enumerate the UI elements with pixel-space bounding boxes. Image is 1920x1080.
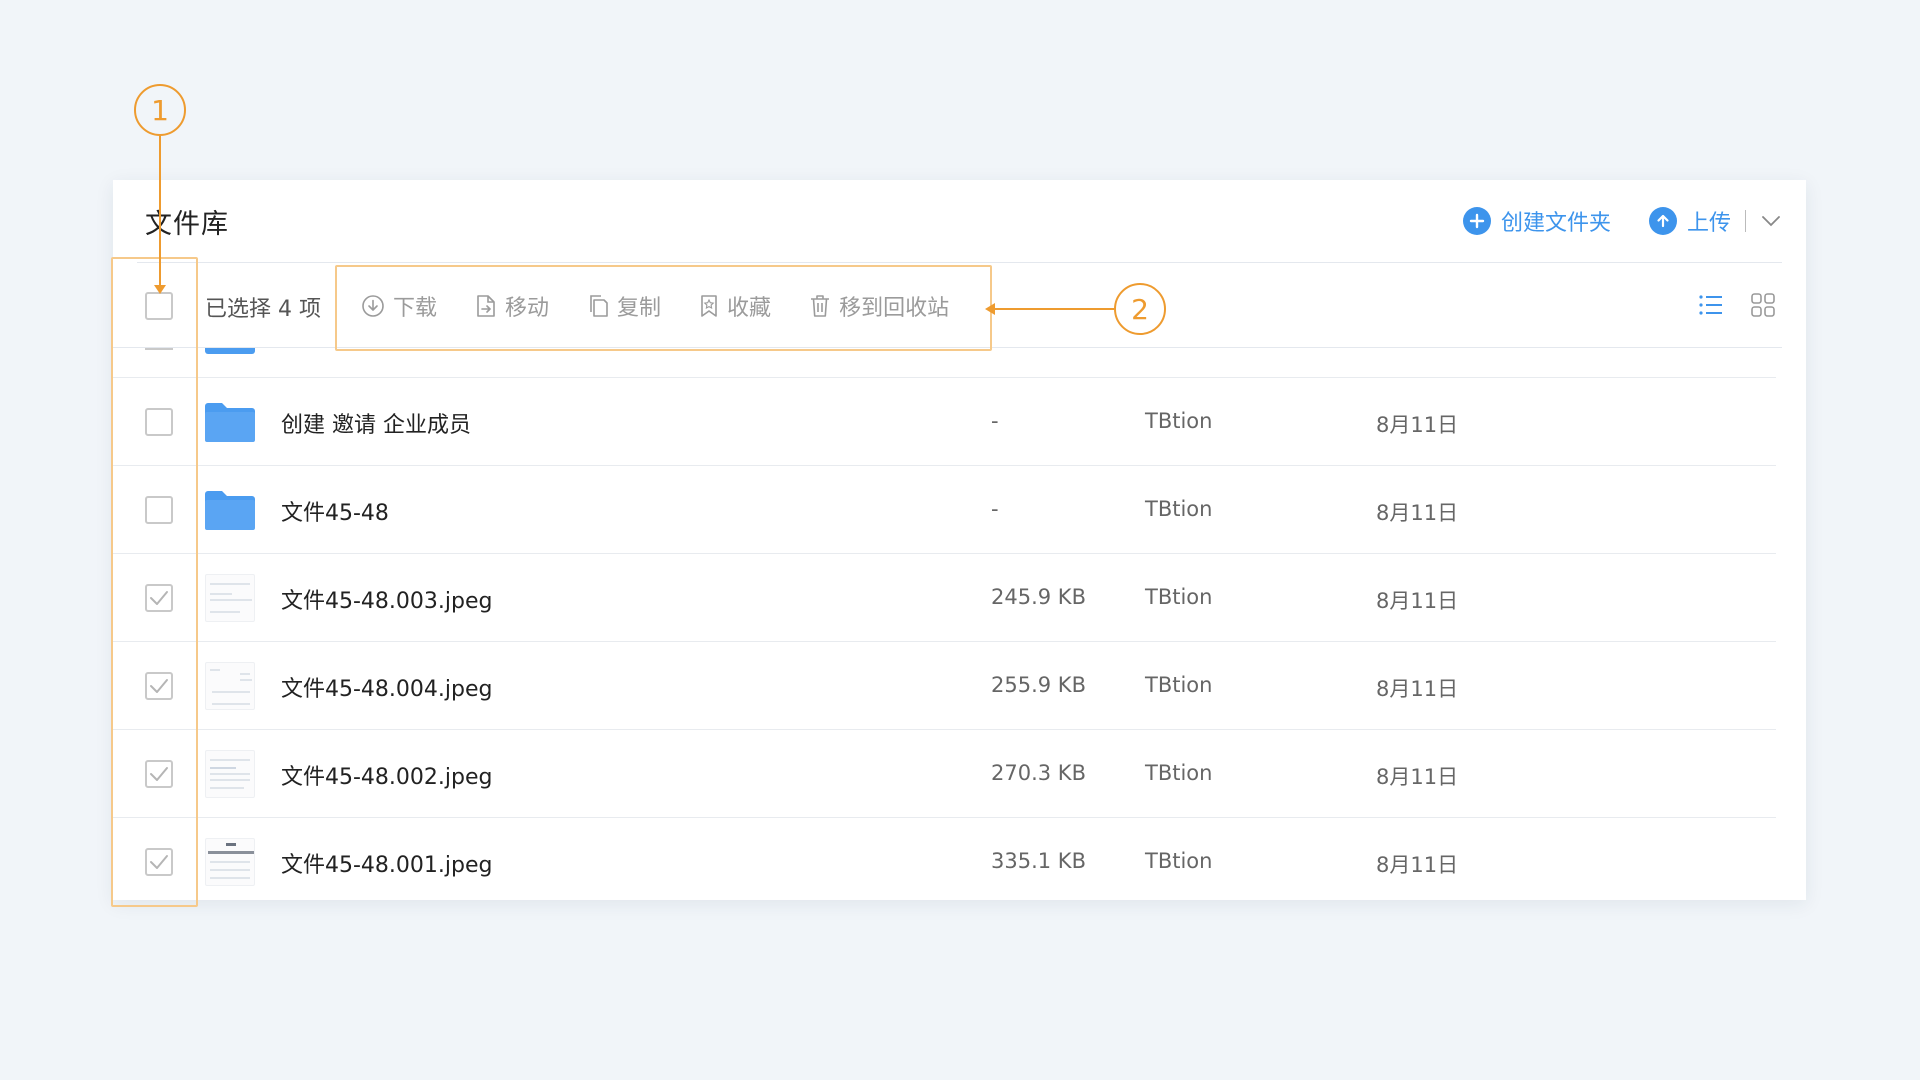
file-list: 创建 邀请 企业成员 - TBtion 8月11日 文件45-48 - TBti… (113, 378, 1776, 906)
file-size: 255.9 KB (991, 673, 1086, 697)
file-size: 245.9 KB (991, 585, 1086, 609)
move-to-recycle-button[interactable]: 移到回收站 (809, 290, 949, 322)
file-size: - (991, 409, 999, 433)
grid-view-icon[interactable] (1750, 292, 1776, 318)
upload-circle-icon (1648, 207, 1677, 235)
file-owner: TBtion (1145, 585, 1213, 609)
file-name[interactable]: 文件45-48.002.jpeg (281, 759, 492, 791)
view-toggles (1698, 292, 1776, 318)
stage: 文件库 创建文件夹 上传 已选择 4 项 下载 移动 复制 收藏 移到回收站 创… (0, 0, 1920, 1080)
image-thumbnail (205, 662, 255, 710)
file-date: 8月11日 (1376, 589, 1459, 613)
annotation-line-2 (994, 308, 1114, 310)
favorite-label: 收藏 (727, 295, 772, 321)
file-name[interactable]: 文件45-48.003.jpeg (281, 583, 492, 615)
file-owner: TBtion (1145, 761, 1213, 785)
recycle-label: 移到回收站 (839, 295, 950, 321)
copy-button[interactable]: 复制 (587, 290, 661, 322)
file-owner: TBtion (1145, 409, 1213, 433)
file-size: - (991, 497, 999, 521)
file-move-icon (475, 294, 497, 318)
file-name[interactable]: 文件45-48 (281, 495, 389, 527)
check-icon (150, 679, 168, 693)
annotation-marker-1: 1 (134, 84, 186, 136)
file-owner: TBtion (1145, 497, 1213, 521)
download-button[interactable]: 下载 (361, 290, 437, 322)
page-title: 文件库 (145, 209, 229, 240)
batch-actions: 下载 移动 复制 收藏 移到回收站 (361, 263, 949, 348)
file-row[interactable]: 文件45-48.001.jpeg 335.1 KB TBtion 8月11日 (113, 818, 1776, 906)
row-checkbox-checked[interactable] (145, 584, 173, 612)
file-name[interactable]: 文件45-48.001.jpeg (281, 847, 492, 879)
check-icon (150, 767, 168, 781)
file-name[interactable]: 文件45-48.004.jpeg (281, 671, 492, 703)
annotation-marker-2: 2 (1114, 283, 1166, 335)
folder-icon (205, 348, 255, 354)
row-checkbox-checked[interactable] (145, 672, 173, 700)
upload-button[interactable]: 上传 (1648, 205, 1731, 237)
file-row[interactable]: 文件45-48.003.jpeg 245.9 KB TBtion 8月11日 (113, 554, 1776, 642)
file-row[interactable]: 文件45-48.004.jpeg 255.9 KB TBtion 8月11日 (113, 642, 1776, 730)
folder-icon (205, 491, 255, 530)
file-library-panel: 文件库 创建文件夹 上传 已选择 4 项 下载 移动 复制 收藏 移到回收站 创… (113, 180, 1806, 900)
file-owner: TBtion (1145, 673, 1213, 697)
file-size: 335.1 KB (991, 849, 1086, 873)
file-size: 270.3 KB (991, 761, 1086, 785)
download-icon (361, 294, 385, 318)
image-thumbnail (205, 750, 255, 798)
copy-icon (587, 294, 609, 318)
file-row[interactable]: 文件45-48.002.jpeg 270.3 KB TBtion 8月11日 (113, 730, 1776, 818)
arrow-left-icon (985, 303, 995, 315)
scrolled-row-peek (113, 348, 1776, 378)
arrow-down-icon (154, 285, 166, 294)
check-icon (150, 855, 168, 869)
header-actions: 创建文件夹 上传 (1462, 202, 1782, 240)
image-thumbnail (205, 838, 255, 886)
file-row[interactable]: 文件45-48 - TBtion 8月11日 (113, 466, 1776, 554)
copy-label: 复制 (617, 295, 662, 321)
list-view-icon[interactable] (1698, 292, 1724, 318)
move-label: 移动 (505, 295, 550, 321)
file-date: 8月11日 (1376, 677, 1459, 701)
file-date: 8月11日 (1376, 501, 1459, 525)
chevron-down-icon[interactable] (1760, 210, 1782, 232)
plus-circle-icon (1462, 207, 1491, 235)
checkbox-edge (145, 348, 173, 350)
folder-icon (205, 403, 255, 442)
row-checkbox[interactable] (145, 496, 173, 524)
panel-header: 文件库 创建文件夹 上传 (113, 180, 1806, 262)
create-folder-button[interactable]: 创建文件夹 (1462, 205, 1611, 237)
download-label: 下载 (393, 295, 438, 321)
selected-count: 已选择 4 项 (205, 297, 321, 322)
image-thumbnail (205, 574, 255, 622)
select-all-checkbox[interactable] (145, 292, 173, 320)
row-checkbox[interactable] (145, 408, 173, 436)
file-date: 8月11日 (1376, 765, 1459, 789)
selection-toolbar: 已选择 4 项 下载 移动 复制 收藏 移到回收站 (113, 263, 1782, 348)
annotation-line-1 (159, 136, 161, 288)
row-checkbox-checked[interactable] (145, 848, 173, 876)
file-row[interactable]: 创建 邀请 企业成员 - TBtion 8月11日 (113, 378, 1776, 466)
file-date: 8月11日 (1376, 853, 1459, 877)
file-date: 8月11日 (1376, 413, 1459, 437)
move-button[interactable]: 移动 (475, 290, 549, 322)
star-icon (699, 294, 719, 318)
file-owner: TBtion (1145, 849, 1213, 873)
divider (1745, 210, 1746, 232)
file-name[interactable]: 创建 邀请 企业成员 (281, 407, 471, 439)
favorite-button[interactable]: 收藏 (699, 290, 771, 322)
trash-icon (809, 294, 831, 318)
upload-label: 上传 (1686, 211, 1731, 236)
check-icon (150, 591, 168, 605)
row-checkbox-checked[interactable] (145, 760, 173, 788)
create-folder-label: 创建文件夹 (1500, 211, 1611, 236)
